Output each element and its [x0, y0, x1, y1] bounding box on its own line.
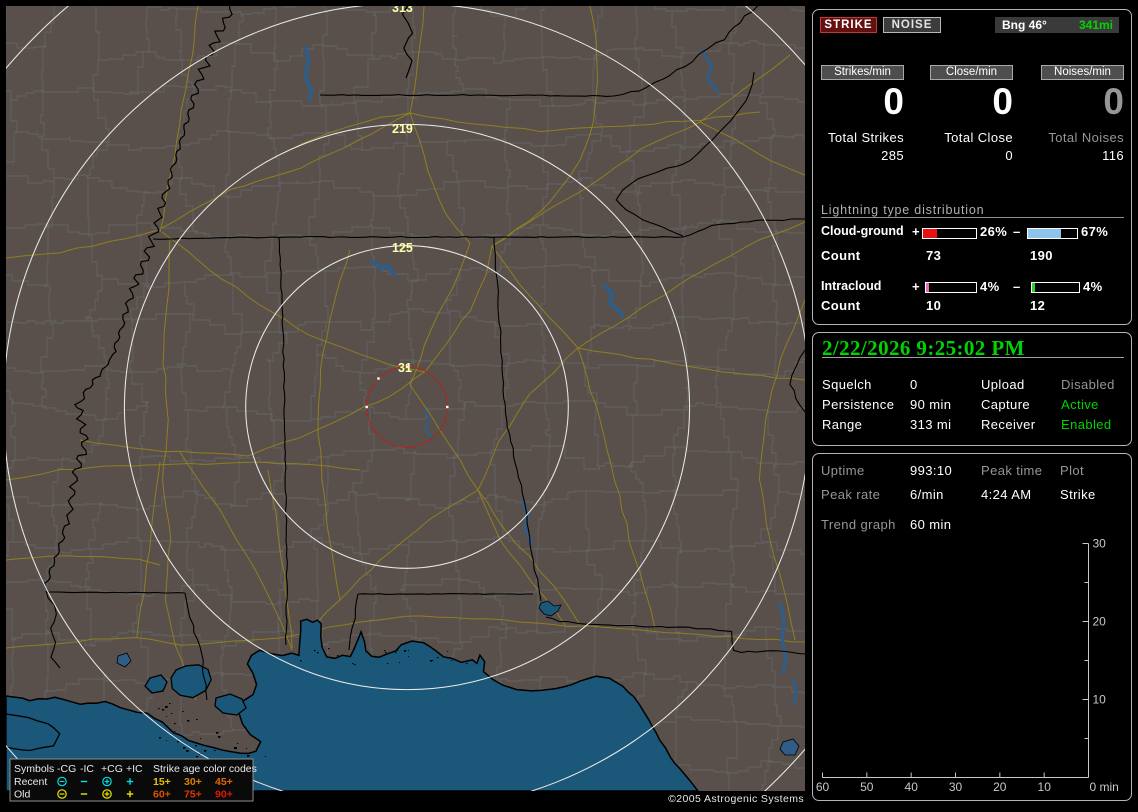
svg-text:30: 30 [1093, 537, 1107, 551]
svg-text:30: 30 [949, 780, 963, 794]
svg-text:10: 10 [1038, 780, 1052, 794]
svg-text:40: 40 [905, 780, 919, 794]
svg-text:20: 20 [1093, 615, 1107, 629]
svg-text:60: 60 [816, 780, 830, 794]
svg-text:0 min: 0 min [1090, 780, 1119, 794]
svg-text:50: 50 [860, 780, 874, 794]
svg-text:10: 10 [1093, 693, 1107, 707]
svg-text:20: 20 [993, 780, 1007, 794]
